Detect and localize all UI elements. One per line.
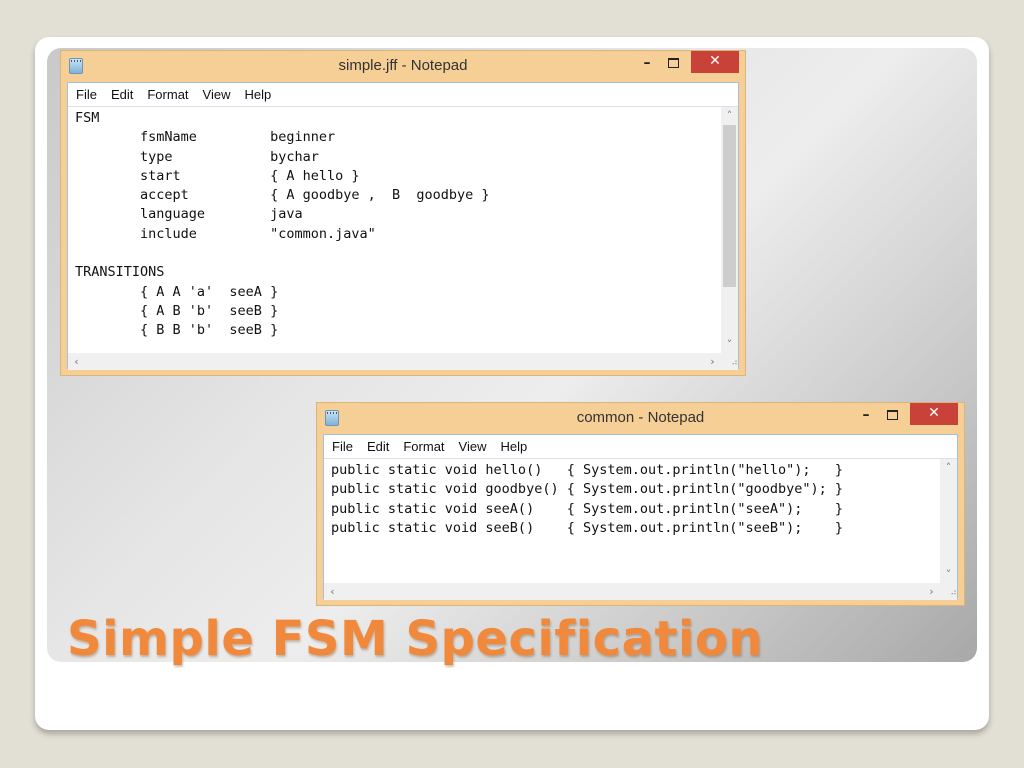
title-bar[interactable]: common - Notepad – ✕ [317,403,964,433]
menu-file[interactable]: File [332,439,353,454]
scroll-down-arrow-icon[interactable]: ˅ [940,566,957,583]
menu-help[interactable]: Help [244,87,271,102]
menu-edit[interactable]: Edit [111,87,133,102]
text-line: { B B 'b' seeB } [75,322,279,339]
maximize-icon [667,58,679,68]
minimize-button[interactable]: – [635,53,659,75]
maximize-icon [886,410,898,420]
close-button[interactable]: ✕ [691,51,739,73]
text-line: type bychar [75,148,319,165]
text-line: public static void goodbye() { System.ou… [331,481,844,498]
slide-title: Simple FSM Specification [67,611,764,667]
text-line: public static void seeB() { System.out.p… [331,519,844,536]
scroll-right-arrow-icon[interactable]: › [704,353,721,370]
close-button[interactable]: ✕ [910,403,958,425]
vertical-scrollbar[interactable]: ˄ ˅ [940,459,957,583]
scrollbar-thumb[interactable] [723,125,736,287]
text-line: language java [75,206,303,223]
scroll-up-arrow-icon[interactable]: ˄ [721,107,738,124]
text-editor[interactable]: public static void hello() { System.out.… [324,459,957,583]
text-line: public static void seeA() { System.out.p… [331,500,844,517]
scroll-left-arrow-icon[interactable]: ‹ [324,583,341,600]
client-area: File Edit Format View Help FSM fsmName b… [67,82,739,370]
scroll-left-arrow-icon[interactable]: ‹ [68,353,85,370]
menu-format[interactable]: Format [147,87,188,102]
minimize-button[interactable]: – [854,405,878,427]
text-line: FSM [75,110,100,126]
menu-view[interactable]: View [459,439,487,454]
menu-bar: File Edit Format View Help [324,435,957,459]
menu-bar: File Edit Format View Help [68,83,738,107]
resize-grip-icon[interactable]: ⠴ [940,583,957,600]
notepad-window-common: common - Notepad – ✕ File Edit Format Vi… [316,402,965,606]
text-line: start { A hello } [75,167,360,184]
maximize-button[interactable] [661,51,685,73]
scroll-down-arrow-icon[interactable]: ˅ [721,336,738,353]
editor-text[interactable]: FSM fsmName beginner type bychar start {… [68,107,738,341]
menu-view[interactable]: View [203,87,231,102]
horizontal-scrollbar[interactable]: ‹ › [68,353,721,370]
menu-format[interactable]: Format [403,439,444,454]
menu-file[interactable]: File [76,87,97,102]
text-line: fsmName beginner [75,129,336,146]
menu-edit[interactable]: Edit [367,439,389,454]
client-area: File Edit Format View Help public static… [323,434,958,600]
title-bar[interactable]: simple.jff - Notepad – ✕ [61,51,745,81]
text-line: TRANSITIONS [75,264,165,281]
text-line: public static void hello() { System.out.… [331,462,844,478]
text-line: { A A 'a' seeA } [75,283,279,300]
editor-text[interactable]: public static void hello() { System.out.… [324,459,957,538]
menu-help[interactable]: Help [500,439,527,454]
horizontal-scrollbar[interactable]: ‹ › [324,583,940,600]
vertical-scrollbar[interactable]: ˄ ˅ [721,107,738,353]
text-line: { A B 'b' seeB } [75,302,279,319]
scroll-up-arrow-icon[interactable]: ˄ [940,459,957,476]
text-line: include "common.java" [75,225,376,242]
scroll-right-arrow-icon[interactable]: › [923,583,940,600]
maximize-button[interactable] [880,403,904,425]
resize-grip-icon[interactable]: ⠴ [721,353,738,370]
notepad-window-simple-jff: simple.jff - Notepad – ✕ File Edit Forma… [60,50,746,376]
text-line: accept { A goodbye , B goodbye } [75,187,490,204]
text-editor[interactable]: FSM fsmName beginner type bychar start {… [68,107,738,353]
